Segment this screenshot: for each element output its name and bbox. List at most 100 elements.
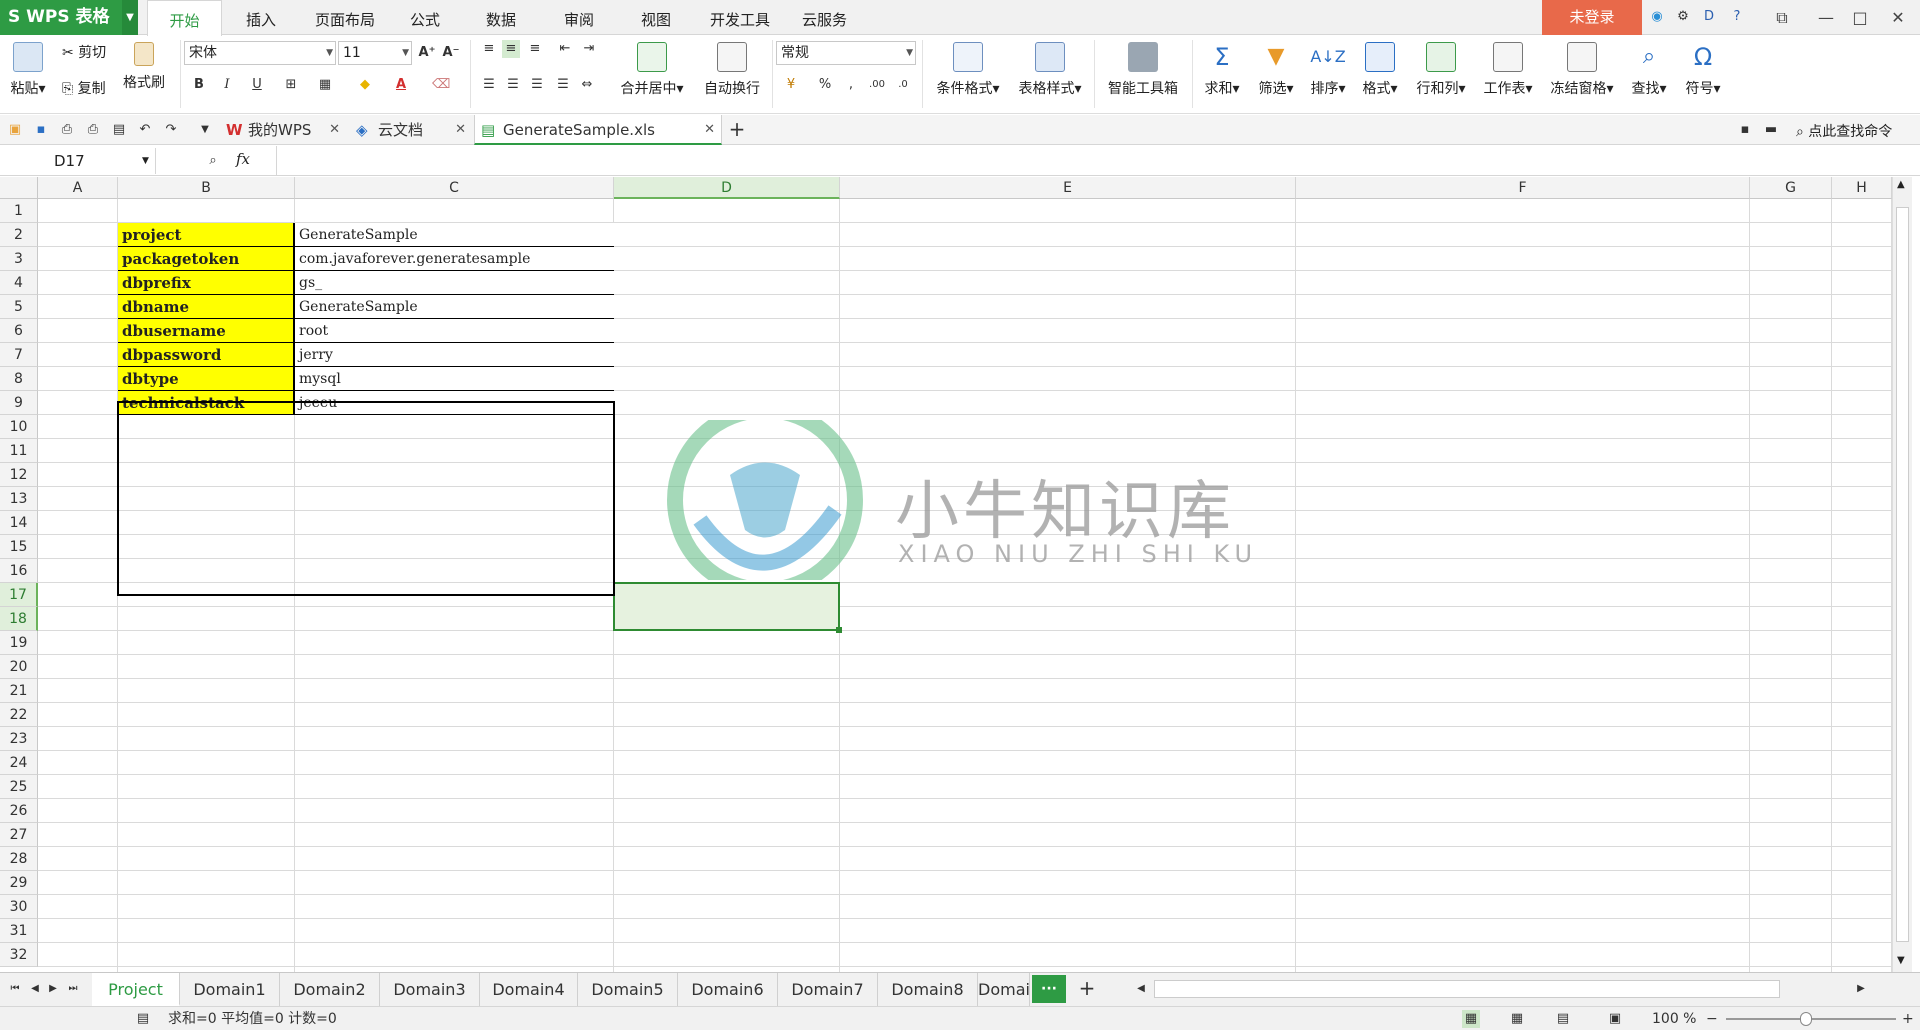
currency-icon[interactable]: ¥	[782, 76, 800, 94]
doc-tab-active-file[interactable]: ▤ GenerateSample.xls ✕	[474, 115, 722, 145]
cell-key[interactable]: dbname	[118, 295, 295, 319]
tab-cloud-services[interactable]: 云服务	[787, 0, 862, 35]
pin-icon[interactable]: ▪	[1736, 121, 1754, 139]
cell-value[interactable]: GenerateSample	[295, 295, 614, 319]
doc-icon[interactable]: D	[1700, 8, 1718, 26]
underline-button[interactable]: U	[248, 76, 266, 94]
filter-button[interactable]: ▼ 筛选▾	[1250, 36, 1302, 98]
cell-value[interactable]: root	[295, 319, 614, 343]
align-middle-icon[interactable]: ≡	[502, 40, 520, 58]
sheet-tab[interactable]: Domai	[978, 973, 1030, 1006]
distribute-icon[interactable]: ⇔	[578, 76, 596, 94]
row-col-button[interactable]: 行和列▾	[1408, 36, 1474, 98]
zoom-slider-thumb[interactable]	[1800, 1012, 1812, 1026]
chevron-down-icon[interactable]: ▼	[122, 0, 138, 35]
format-painter-button[interactable]: 格式刷	[112, 36, 176, 92]
doc-tab-my-wps[interactable]: W 我的WPS ✕	[220, 115, 346, 145]
sheet-tab[interactable]: Project	[92, 973, 180, 1006]
zoom-level[interactable]: 100 %	[1652, 1007, 1696, 1031]
sheet-tab[interactable]: Domain7	[778, 973, 878, 1006]
sheet-tab[interactable]: Domain2	[280, 973, 380, 1006]
cell-key[interactable]: dbpassword	[118, 343, 295, 367]
customize-qa-icon[interactable]: ▼	[196, 121, 214, 139]
copy-button[interactable]: ⎘ 复制	[62, 78, 106, 98]
print-icon[interactable]: ⎙	[84, 121, 102, 139]
freeze-panes-button[interactable]: 冻结窗格▾	[1542, 36, 1622, 98]
chevron-down-icon[interactable]: ▼	[142, 148, 149, 174]
row-header-24[interactable]: 24	[0, 751, 38, 775]
row-header-6[interactable]: 6	[0, 319, 38, 343]
next-sheet-icon[interactable]: ▶	[44, 980, 62, 998]
eye-protect-icon[interactable]: ▣	[1606, 1010, 1624, 1028]
align-right-icon[interactable]: ☰	[528, 76, 546, 94]
fill-color-icon[interactable]: ◆	[356, 76, 374, 94]
cell-value[interactable]: mysql	[295, 367, 614, 391]
increase-decimal-icon[interactable]: .00	[868, 76, 886, 94]
find-button[interactable]: ⌕ 查找▾	[1622, 36, 1676, 98]
column-header-C[interactable]: C	[295, 177, 614, 199]
indent-decrease-icon[interactable]: ⇤	[556, 40, 574, 58]
row-header-14[interactable]: 14	[0, 511, 38, 535]
redo-icon[interactable]: ↷	[162, 121, 180, 139]
font-color-button[interactable]: A	[392, 76, 410, 94]
close-tab-icon[interactable]: ✕	[329, 115, 340, 145]
macro-record-icon[interactable]: ▤	[134, 1010, 152, 1028]
first-sheet-icon[interactable]: ⏮	[6, 980, 24, 998]
cell-key[interactable]: dbtype	[118, 367, 295, 391]
font-grow-icon[interactable]: A⁺	[418, 44, 436, 62]
column-header-H[interactable]: H	[1832, 177, 1892, 199]
collapse-ribbon-icon[interactable]: ▬	[1762, 121, 1780, 139]
tab-insert[interactable]: 插入	[230, 0, 292, 35]
worksheet-button[interactable]: 工作表▾	[1476, 36, 1540, 98]
scroll-down-icon[interactable]: ▼	[1897, 955, 1905, 966]
horizontal-scrollbar[interactable]	[1154, 980, 1780, 998]
new-tab-icon[interactable]: +	[728, 119, 746, 139]
save-icon[interactable]: ▪	[32, 121, 50, 139]
row-header-3[interactable]: 3	[0, 247, 38, 271]
row-header-5[interactable]: 5	[0, 295, 38, 319]
login-button[interactable]: 未登录	[1542, 0, 1642, 35]
vertical-scrollbar[interactable]: ▲ ▼	[1892, 177, 1912, 972]
command-search[interactable]: ⌕ 点此查找命令	[1796, 121, 1892, 141]
fill-pattern-icon[interactable]: ▦	[316, 76, 334, 94]
percent-button[interactable]: %	[816, 76, 834, 94]
scroll-thumb[interactable]	[1896, 207, 1909, 942]
cell-value[interactable]: jeeeu	[295, 391, 614, 415]
row-header-12[interactable]: 12	[0, 463, 38, 487]
scroll-left-icon[interactable]: ◀	[1132, 980, 1150, 998]
row-header-29[interactable]: 29	[0, 871, 38, 895]
maximize-icon[interactable]: □	[1840, 0, 1880, 35]
cell-value[interactable]: com.javaforever.generatesample	[295, 247, 614, 271]
fx-button[interactable]: fx	[236, 150, 250, 168]
row-header-10[interactable]: 10	[0, 415, 38, 439]
symbol-button[interactable]: Ω 符号▾	[1676, 36, 1730, 98]
fill-handle[interactable]	[836, 627, 842, 633]
add-sheet-icon[interactable]: +	[1078, 978, 1096, 998]
align-left-icon[interactable]: ☰	[480, 76, 498, 94]
row-header-32[interactable]: 32	[0, 943, 38, 967]
align-top-icon[interactable]: ≡	[480, 40, 498, 58]
row-header-15[interactable]: 15	[0, 535, 38, 559]
tab-formula[interactable]: 公式	[395, 0, 455, 35]
cell-value[interactable]: gs_	[295, 271, 614, 295]
spreadsheet-grid[interactable]: ABCDEFGH 1 2 3 4 5 6 7 8 9 10 11 12 13 14 15 16 17 18 19 20…	[0, 177, 1892, 972]
column-header-E[interactable]: E	[840, 177, 1296, 199]
sheet-tab[interactable]: Domain3	[380, 973, 480, 1006]
name-box[interactable]: D17 ▼	[0, 148, 156, 174]
cell-value[interactable]: GenerateSample	[295, 223, 614, 247]
zoom-out-icon[interactable]: −	[1706, 1007, 1718, 1031]
row-header-31[interactable]: 31	[0, 919, 38, 943]
select-all-corner[interactable]	[0, 177, 38, 199]
column-header-F[interactable]: F	[1296, 177, 1750, 199]
row-header-23[interactable]: 23	[0, 727, 38, 751]
row-header-18[interactable]: 18	[0, 607, 38, 631]
close-tab-icon[interactable]: ✕	[704, 115, 715, 145]
italic-button[interactable]: I	[218, 76, 236, 94]
wrap-text-button[interactable]: 自动换行	[694, 36, 770, 98]
more-sheets-button[interactable]: ···	[1032, 975, 1066, 1003]
clear-format-icon[interactable]: ⌫	[432, 76, 450, 94]
row-header-16[interactable]: 16	[0, 559, 38, 583]
bold-button[interactable]: B	[190, 76, 208, 94]
row-header-11[interactable]: 11	[0, 439, 38, 463]
sheet-tab[interactable]: Domain4	[480, 973, 578, 1006]
